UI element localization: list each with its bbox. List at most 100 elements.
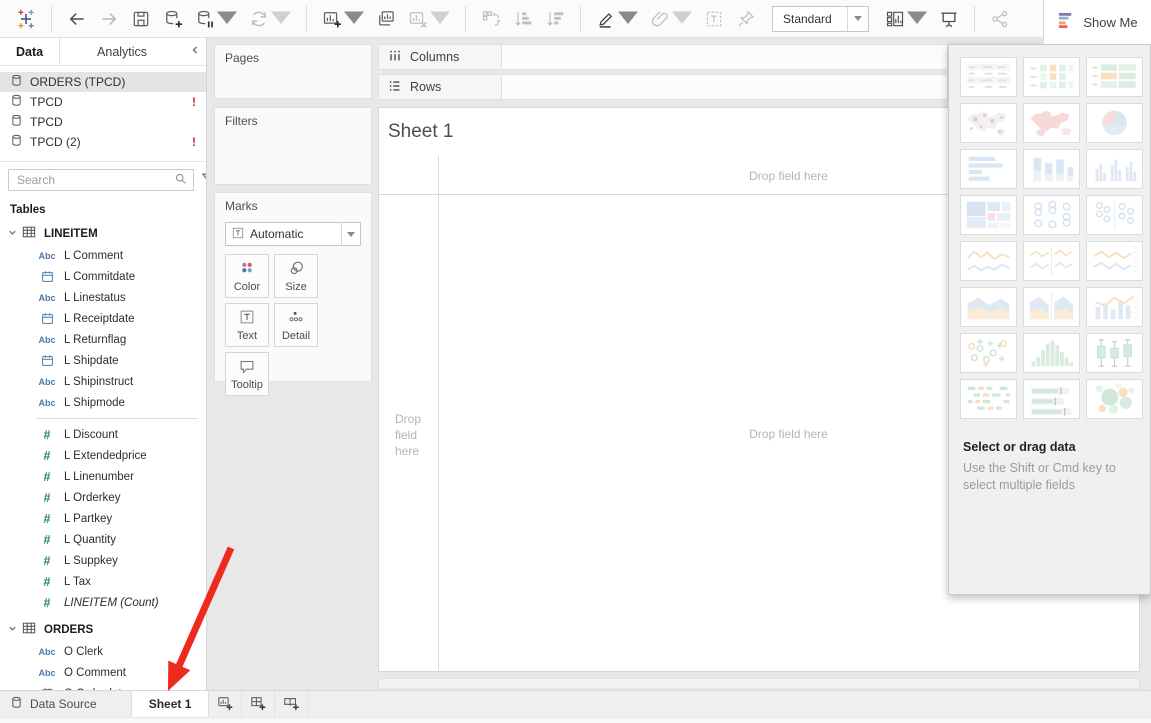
field-item[interactable]: #L Linenumber <box>0 466 206 487</box>
tab-analytics[interactable]: Analytics <box>60 38 184 65</box>
field-item[interactable]: AbcL Returnflag <box>0 329 206 350</box>
columns-shelf-drop[interactable] <box>502 44 948 70</box>
field-item[interactable]: #LINEITEM (Count) <box>0 592 206 613</box>
field-item[interactable]: L Receiptdate <box>0 308 206 329</box>
field-item[interactable]: AbcL Shipinstruct <box>0 371 206 392</box>
showme-packed-bubbles[interactable] <box>1086 379 1143 419</box>
presentation-mode-button[interactable] <box>933 4 965 34</box>
filter-fields-button[interactable] <box>201 172 207 189</box>
table-group-lineitem[interactable]: LINEITEM <box>0 222 206 245</box>
showme-lines-discrete[interactable] <box>1023 241 1080 281</box>
field-item[interactable]: #L Extendedprice <box>0 445 206 466</box>
marks-color-button[interactable]: Color <box>225 254 269 298</box>
new-dashboard-tab-button[interactable] <box>242 691 275 717</box>
table-group-orders[interactable]: ORDERS <box>0 618 206 641</box>
show-hide-cards-button[interactable] <box>879 4 933 34</box>
datasource-item[interactable]: ORDERS (TPCD) <box>0 72 206 92</box>
fit-select[interactable]: Standard <box>772 6 869 32</box>
show-me-button[interactable]: Show Me <box>1043 0 1151 44</box>
highlight-button[interactable] <box>590 4 644 34</box>
tab-sheet-1[interactable]: Sheet 1 <box>132 691 210 717</box>
field-item[interactable]: #L Discount <box>0 424 206 445</box>
showme-stacked-bars[interactable] <box>1023 149 1080 189</box>
mark-type-select[interactable]: Automatic <box>225 222 361 246</box>
field-item[interactable]: AbcO Clerk <box>0 641 206 662</box>
pages-card[interactable]: Pages <box>214 44 372 99</box>
pause-auto-updates-button[interactable] <box>189 4 243 34</box>
search-box[interactable] <box>8 169 194 191</box>
field-item[interactable]: L Commitdate <box>0 266 206 287</box>
field-item[interactable]: #L Tax <box>0 571 206 592</box>
showme-area-continuous[interactable] <box>960 287 1017 327</box>
sort-ascending-button[interactable] <box>507 4 539 34</box>
showme-scatter-plot[interactable] <box>960 333 1017 373</box>
undo-button[interactable] <box>61 4 93 34</box>
showme-symbol-map[interactable] <box>960 103 1017 143</box>
showme-pie-chart[interactable] <box>1086 103 1143 143</box>
datasource-item[interactable]: TPCD (2)! <box>0 132 206 152</box>
tableau-logo[interactable] <box>10 4 42 34</box>
rows-shelf-drop[interactable] <box>502 74 948 100</box>
rows-shelf-header: Rows <box>378 74 502 100</box>
tab-data[interactable]: Data <box>0 38 60 65</box>
datasource-item[interactable]: TPCD! <box>0 92 206 112</box>
field-item[interactable]: #L Orderkey <box>0 487 206 508</box>
field-item[interactable]: AbcL Linestatus <box>0 287 206 308</box>
field-item[interactable]: #L Partkey <box>0 508 206 529</box>
search-input[interactable] <box>15 172 174 188</box>
field-item[interactable]: O Orderdate <box>0 683 206 690</box>
duplicate-sheet-button[interactable] <box>370 4 402 34</box>
new-worksheet-button[interactable] <box>316 4 370 34</box>
collapse-pane-button[interactable] <box>184 38 206 65</box>
showme-highlight-table[interactable] <box>1023 57 1080 97</box>
showme-filled-map[interactable] <box>1023 103 1080 143</box>
showme-bullet-graph[interactable] <box>1023 379 1080 419</box>
showme-side-by-side-circles[interactable] <box>1086 195 1143 235</box>
horizontal-scrollbar[interactable] <box>378 678 1140 689</box>
showme-circle-views[interactable] <box>1023 195 1080 235</box>
new-worksheet-tab-button[interactable] <box>209 691 242 717</box>
filters-card[interactable]: Filters <box>214 107 372 185</box>
showme-gantt[interactable] <box>960 379 1017 419</box>
marks-text-button[interactable]: Text <box>225 303 269 347</box>
field-item[interactable]: L Shipdate <box>0 350 206 371</box>
show-me-icon <box>1057 12 1076 32</box>
showme-heatmap[interactable] <box>1086 57 1143 97</box>
show-mark-labels-button[interactable] <box>698 4 730 34</box>
datasource-item[interactable]: TPCD <box>0 112 206 132</box>
marks-tooltip-button[interactable]: Tooltip <box>225 352 269 396</box>
tableau-app: Standard Show Me Data Analytics ORDERS (… <box>0 0 1151 723</box>
number-field-icon: # <box>36 470 58 484</box>
field-item[interactable]: #L Quantity <box>0 529 206 550</box>
share-workbook-button[interactable] <box>984 4 1016 34</box>
showme-area-discrete[interactable] <box>1023 287 1080 327</box>
showme-dual-lines[interactable] <box>1086 241 1143 281</box>
sort-descending-button[interactable] <box>539 4 571 34</box>
save-button[interactable] <box>125 4 157 34</box>
new-story-tab-button[interactable] <box>275 691 308 717</box>
field-item[interactable]: #L Suppkey <box>0 550 206 571</box>
refresh-data-button[interactable] <box>243 4 297 34</box>
showme-lines-continuous[interactable] <box>960 241 1017 281</box>
showme-histogram[interactable] <box>1023 333 1080 373</box>
fix-axes-button[interactable] <box>730 4 762 34</box>
showme-text-table[interactable] <box>960 57 1017 97</box>
showme-horizontal-bars[interactable] <box>960 149 1017 189</box>
field-item[interactable]: AbcO Comment <box>0 662 206 683</box>
clear-sheet-button[interactable] <box>402 4 456 34</box>
redo-button[interactable] <box>93 4 125 34</box>
drop-zone-rows[interactable]: Drop field here <box>395 411 435 459</box>
marks-detail-button[interactable]: Detail <box>274 303 318 347</box>
showme-box-and-whisker[interactable] <box>1086 333 1143 373</box>
showme-side-by-side-bars[interactable] <box>1086 149 1143 189</box>
add-datasource-button[interactable] <box>157 4 189 34</box>
tab-data-source[interactable]: Data Source <box>0 691 132 717</box>
clear-sheet-icon <box>408 9 428 29</box>
swap-rows-columns-button[interactable] <box>475 4 507 34</box>
showme-dual-combination[interactable] <box>1086 287 1143 327</box>
field-item[interactable]: AbcL Comment <box>0 245 206 266</box>
marks-size-button[interactable]: Size <box>274 254 318 298</box>
field-item[interactable]: AbcL Shipmode <box>0 392 206 413</box>
showme-treemap[interactable] <box>960 195 1017 235</box>
group-members-button[interactable] <box>644 4 698 34</box>
